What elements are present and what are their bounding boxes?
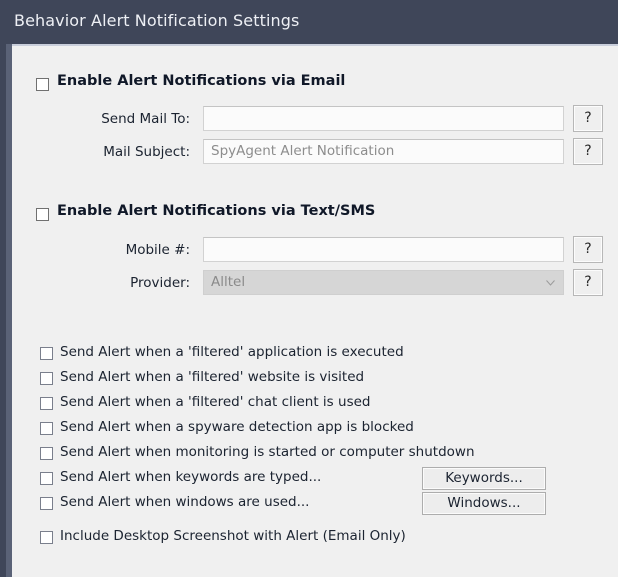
chevron-down-icon — [546, 280, 555, 286]
alert-option-checkbox-2[interactable] — [40, 397, 53, 410]
provider-help-button[interactable]: ? — [573, 269, 603, 296]
send-mail-to-label: Send Mail To: — [101, 111, 190, 127]
alert-settings-window: Behavior Alert Notification Settings Ena… — [0, 0, 618, 577]
windows-button[interactable]: Windows... — [422, 492, 546, 515]
window-title: Behavior Alert Notification Settings — [14, 11, 300, 30]
alert-option-checkbox-3[interactable] — [40, 422, 53, 435]
alert-option-label-2: Send Alert when a 'filtered' chat client… — [60, 394, 371, 410]
mobile-number-label: Mobile #: — [125, 242, 190, 258]
provider-label: Provider: — [130, 275, 190, 291]
mail-subject-help-button[interactable]: ? — [573, 138, 603, 165]
keywords-button[interactable]: Keywords... — [422, 467, 546, 490]
include-screenshot-label: Include Desktop Screenshot with Alert (E… — [60, 528, 406, 544]
mobile-number-help-button[interactable]: ? — [573, 236, 603, 263]
enable-sms-alerts-checkbox[interactable] — [36, 208, 49, 221]
alert-option-checkbox-6[interactable] — [40, 497, 53, 510]
alert-option-label-5: Send Alert when keywords are typed... — [60, 469, 322, 485]
window-titlebar: Behavior Alert Notification Settings — [0, 0, 618, 44]
alert-option-label-3: Send Alert when a spyware detection app … — [60, 419, 414, 435]
settings-panel: Enable Alert Notifications via Email Sen… — [12, 46, 618, 577]
mail-subject-input[interactable]: SpyAgent Alert Notification — [203, 139, 564, 164]
alert-option-checkbox-1[interactable] — [40, 372, 53, 385]
alert-option-label-6: Send Alert when windows are used... — [60, 494, 310, 510]
alert-option-label-4: Send Alert when monitoring is started or… — [60, 444, 475, 460]
mobile-number-input[interactable] — [203, 237, 564, 262]
alert-option-checkbox-0[interactable] — [40, 347, 53, 360]
mail-subject-label: Mail Subject: — [103, 144, 190, 160]
alert-option-label-0: Send Alert when a 'filtered' application… — [60, 344, 404, 360]
include-screenshot-checkbox[interactable] — [40, 531, 53, 544]
provider-selected-value: Alltel — [211, 274, 246, 290]
send-mail-to-help-button[interactable]: ? — [573, 105, 603, 132]
send-mail-to-input[interactable] — [203, 106, 564, 131]
alert-option-checkbox-4[interactable] — [40, 447, 53, 460]
alert-option-checkbox-5[interactable] — [40, 472, 53, 485]
provider-select[interactable]: Alltel — [203, 270, 564, 295]
enable-email-alerts-label: Enable Alert Notifications via Email — [57, 73, 346, 89]
enable-sms-alerts-label: Enable Alert Notifications via Text/SMS — [57, 203, 376, 219]
alert-option-label-1: Send Alert when a 'filtered' website is … — [60, 369, 365, 385]
enable-email-alerts-checkbox[interactable] — [36, 78, 49, 91]
